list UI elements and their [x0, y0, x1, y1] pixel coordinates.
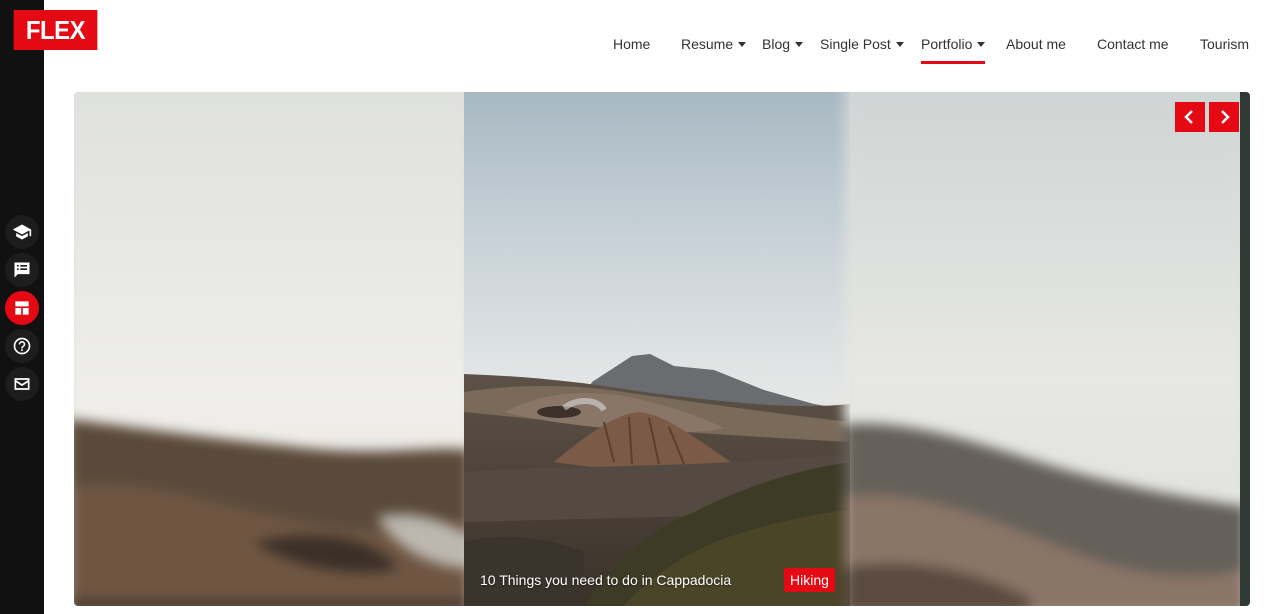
nav-item-single-post[interactable]: Single Post [820, 26, 904, 62]
nav-item-home[interactable]: Home [613, 26, 650, 62]
nav-item-label: About me [1006, 36, 1066, 52]
nav-item-portfolio[interactable]: Portfolio [921, 26, 986, 64]
slide-category-badge[interactable]: Hiking [784, 568, 835, 592]
slide-active[interactable] [464, 92, 850, 606]
nav-item-label: Home [613, 36, 651, 52]
nav-item-label: Tourism [1200, 36, 1250, 52]
chevron-right-icon [1221, 110, 1230, 124]
slider-next-button[interactable] [1209, 102, 1239, 132]
help-circle-icon[interactable] [5, 329, 39, 363]
nav-item-label: Portfolio [921, 36, 973, 52]
nav-item-label: Resume [681, 36, 734, 52]
slide-edge [1240, 92, 1250, 606]
nav-item-label: Single Post [820, 36, 891, 52]
nav-item-resume[interactable]: Resume [681, 26, 747, 62]
caret-down-icon [738, 41, 747, 47]
chevron-left-icon [1184, 110, 1193, 124]
slide-previous[interactable] [74, 92, 470, 606]
portfolio-slider[interactable]: 10 Things you need to do in Cappadocia H… [74, 92, 1250, 606]
comment-list-icon[interactable] [5, 253, 39, 287]
mail-icon[interactable] [5, 367, 39, 401]
dashboard-icon[interactable] [5, 291, 39, 325]
slider-prev-button[interactable] [1175, 102, 1205, 132]
nav-item-about[interactable]: About me [1006, 26, 1066, 62]
nav-item-label: Contact me [1097, 36, 1169, 52]
nav-item-label: Blog [762, 36, 791, 52]
site-logo[interactable]: FLEX [13, 10, 98, 50]
graduation-cap-icon[interactable] [5, 215, 39, 249]
page: FLEX Home Resume Blog Single Post Portfo… [0, 0, 1280, 614]
nav-item-blog[interactable]: Blog [762, 26, 804, 62]
nav-item-tourism[interactable]: Tourism [1200, 26, 1249, 62]
slide-next[interactable] [844, 92, 1246, 606]
caret-down-icon [795, 41, 804, 47]
caret-down-icon [895, 41, 904, 47]
caret-down-icon [977, 41, 986, 47]
slide-title[interactable]: 10 Things you need to do in Cappadocia [480, 572, 731, 588]
nav-item-contact[interactable]: Contact me [1097, 26, 1169, 62]
left-sidebar [0, 0, 44, 614]
